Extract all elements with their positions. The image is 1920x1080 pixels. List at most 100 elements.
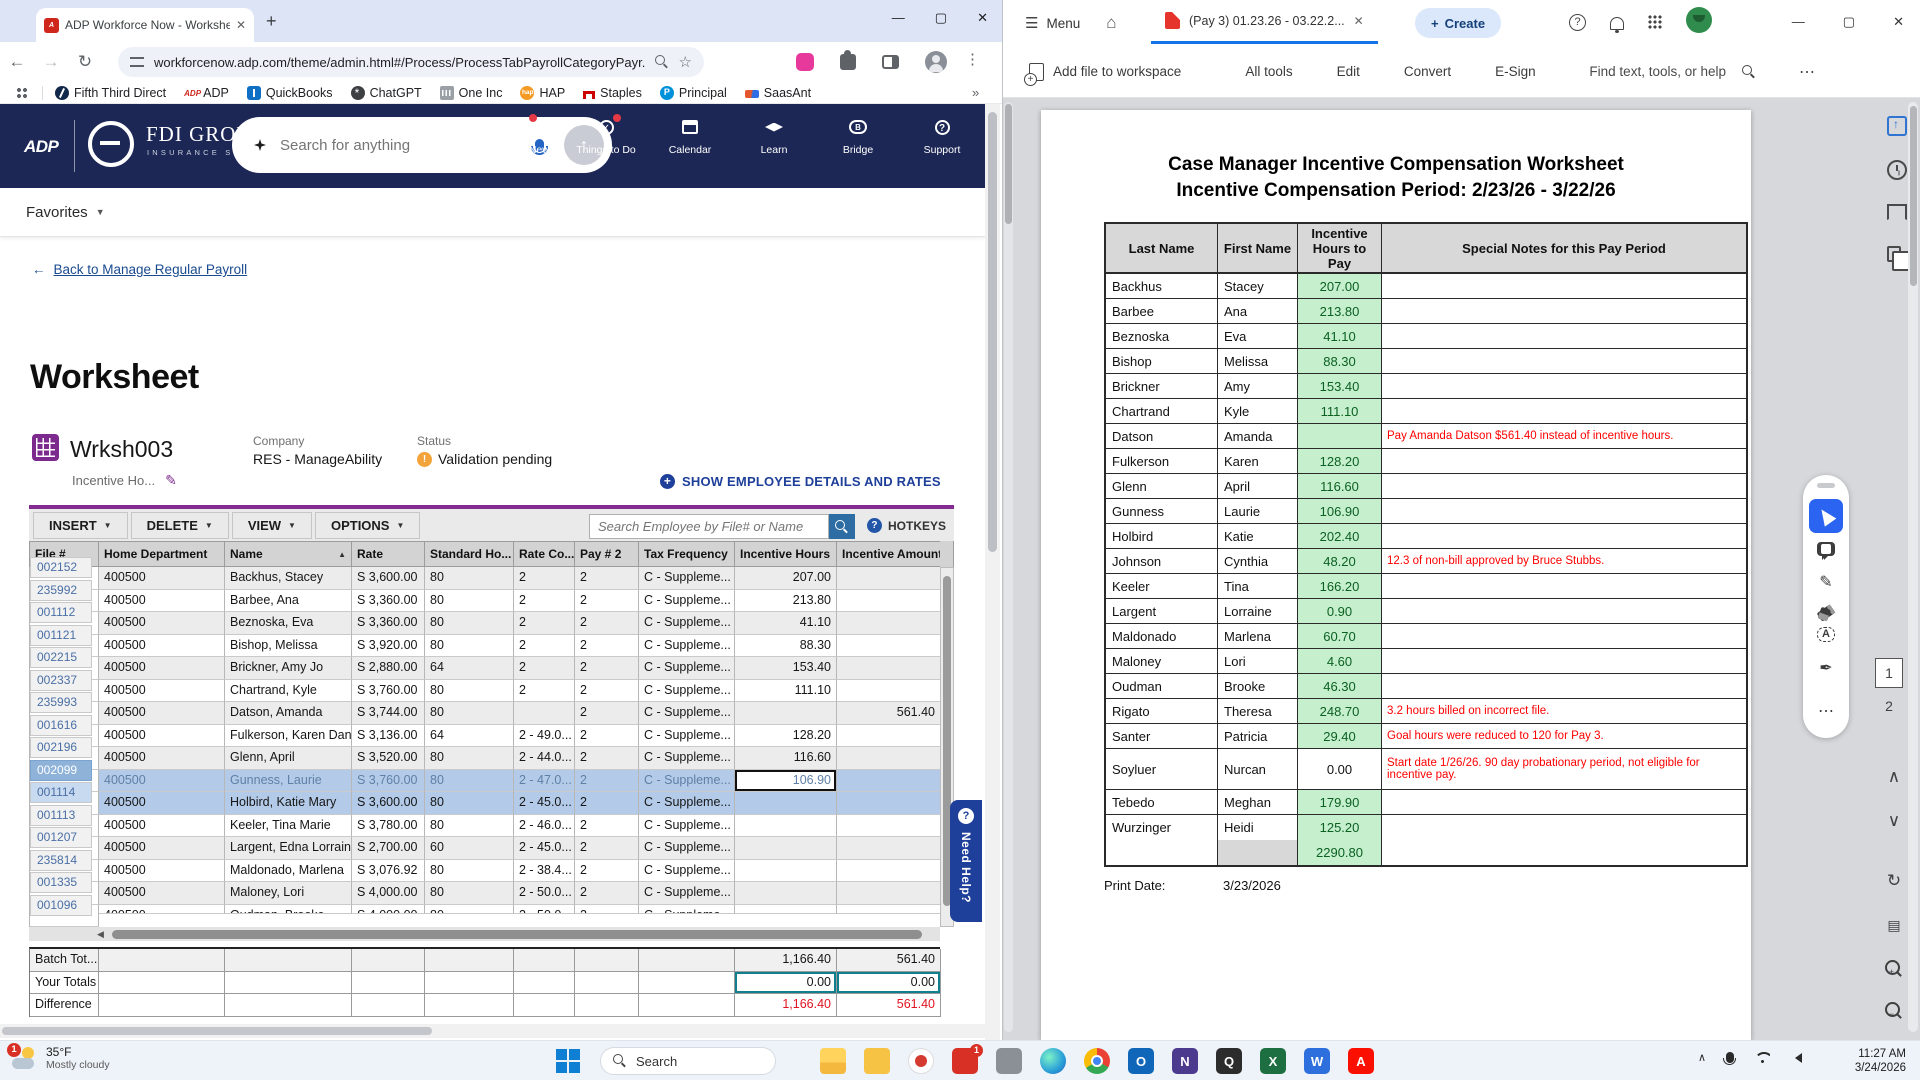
cell-rate-code[interactable] — [514, 702, 575, 725]
cell-standard-hours[interactable]: 80 — [425, 612, 514, 635]
adp-nav-item[interactable]: Calendar — [661, 116, 719, 156]
cell-incentive-hours[interactable] — [735, 859, 837, 882]
bookmark-item[interactable]: Fifth Third Direct — [55, 85, 166, 100]
zoom-icon[interactable] — [654, 55, 669, 69]
cell-home-department[interactable]: 400500 — [99, 567, 225, 590]
cell-incentive-amount[interactable] — [837, 882, 941, 905]
notifications-bell-icon[interactable] — [1610, 16, 1624, 33]
cell-standard-hours[interactable]: 80 — [425, 567, 514, 590]
document-scrollbar[interactable] — [1908, 102, 1918, 1032]
adobe-app-icon[interactable]: 1 — [952, 1044, 983, 1074]
bookmarks-overflow-icon[interactable]: » — [972, 85, 979, 100]
cell-incentive-hours[interactable]: 88.30 — [735, 634, 837, 657]
recent-history-icon[interactable] — [1887, 160, 1907, 180]
cell-rate-code[interactable]: 2 - 49.0... — [514, 724, 575, 747]
cell-rate[interactable]: S 3,744.00 — [352, 702, 425, 725]
employee-search-button[interactable] — [829, 514, 855, 539]
forward-icon[interactable]: → — [34, 52, 68, 72]
cell-standard-hours[interactable]: 80 — [425, 904, 514, 914]
file-number-link[interactable]: 002337 — [30, 669, 92, 691]
document-tab-close-icon[interactable]: ✕ — [1354, 14, 1364, 28]
adp-search-input[interactable] — [278, 135, 523, 155]
cell-pay-2[interactable]: 2 — [575, 882, 639, 905]
table-row[interactable]: 001616 400500 Fulkerson, Karen Danz S 3,… — [30, 714, 954, 747]
cell-rate[interactable]: S 3,600.00 — [352, 567, 425, 590]
tab-close-icon[interactable]: ✕ — [236, 18, 246, 32]
cell-home-department[interactable]: 400500 — [99, 724, 225, 747]
table-row[interactable]: 001207 400500 Largent, Edna Lorraine S 2… — [30, 827, 954, 860]
cell-home-department[interactable]: 400500 — [99, 814, 225, 837]
reload-icon[interactable]: ↻ — [68, 52, 102, 72]
cell-incentive-hours[interactable] — [735, 702, 837, 725]
cell-standard-hours[interactable]: 60 — [425, 837, 514, 860]
mic-tray-icon[interactable] — [1723, 1052, 1736, 1065]
table-row[interactable]: 002215 400500 Brickner, Amy Jo S 2,880.0… — [30, 647, 954, 680]
cell-name[interactable]: Barbee, Ana — [225, 589, 352, 612]
cell-pay-2[interactable]: 2 — [575, 589, 639, 612]
create-button[interactable]: + Create — [1415, 8, 1502, 38]
more-tools-icon[interactable]: ⋯ — [1809, 694, 1843, 728]
file-number-link[interactable]: 001335 — [30, 872, 92, 893]
cell-tax-frequency[interactable]: C - Suppleme... — [639, 567, 735, 590]
table-row[interactable]: 001335 400500 Maloney, Lori S 4,000.00 8… — [30, 872, 954, 905]
file-number-link[interactable]: 002152 — [30, 557, 92, 578]
add-file-button[interactable]: Add file to workspace — [1024, 62, 1181, 86]
cell-rate[interactable]: S 3,076.92 — [352, 859, 425, 882]
cell-incentive-amount[interactable] — [837, 679, 941, 702]
cell-rate[interactable]: S 3,360.00 — [352, 589, 425, 612]
file-explorer-icon[interactable] — [820, 1048, 846, 1074]
table-row[interactable]: 002099 400500 Gunness, Laurie S 3,760.00… — [30, 759, 954, 792]
start-button[interactable] — [556, 1049, 580, 1073]
acrobat-menu-item[interactable]: Edit — [1337, 64, 1360, 79]
weather-widget[interactable]: 1 35°F Mostly cloudy — [7, 1043, 110, 1071]
cell-incentive-amount[interactable]: 561.40 — [837, 702, 941, 725]
column-header[interactable]: Tax Frequency — [639, 542, 735, 566]
apps-grid-icon[interactable] — [1648, 15, 1662, 29]
cell-standard-hours[interactable]: 80 — [425, 882, 514, 905]
cell-incentive-amount[interactable] — [837, 612, 941, 635]
cell-home-department[interactable]: 400500 — [99, 904, 225, 914]
eraser-tool-icon[interactable] — [1816, 604, 1836, 622]
column-header[interactable]: Rate Co... — [514, 542, 575, 566]
cell-tax-frequency[interactable]: C - Suppleme... — [639, 747, 735, 770]
cell-incentive-hours[interactable] — [735, 792, 837, 815]
table-row[interactable]: 002152 400500 Backhus, Stacey S 3,600.00… — [30, 557, 954, 590]
cell-incentive-amount[interactable] — [837, 769, 941, 792]
cell-rate[interactable]: S 3,136.00 — [352, 724, 425, 747]
cell-home-department[interactable]: 400500 — [99, 837, 225, 860]
excel-icon[interactable]: X — [1260, 1048, 1286, 1074]
cell-rate-code[interactable]: 2 — [514, 589, 575, 612]
word-icon[interactable]: W — [1304, 1048, 1330, 1074]
acrobat-menu-button[interactable]: ☰ Menu — [1025, 14, 1080, 32]
search-icon[interactable] — [1742, 64, 1756, 79]
cell-standard-hours[interactable]: 80 — [425, 747, 514, 770]
cell-name[interactable]: Chartrand, Kyle — [225, 679, 352, 702]
wifi-icon[interactable] — [1754, 1052, 1770, 1064]
cell-incentive-amount[interactable] — [837, 634, 941, 657]
grid-menu-button[interactable]: DELETE ▼ — [130, 511, 229, 539]
table-row[interactable]: 001096 400500 Oudman, Brooke S 4,000.00 … — [30, 894, 954, 927]
cell-rate[interactable]: S 3,760.00 — [352, 679, 425, 702]
acrobat-icon[interactable]: A — [1348, 1048, 1374, 1074]
edge-icon[interactable] — [1040, 1048, 1066, 1074]
page-vertical-scrollbar[interactable] — [985, 104, 1000, 1040]
sign-tool-icon[interactable]: ✒ — [1809, 651, 1843, 685]
cell-incentive-amount[interactable] — [837, 859, 941, 882]
acrobat-menu-item[interactable]: Convert — [1404, 64, 1451, 79]
cell-rate-code[interactable]: 2 — [514, 612, 575, 635]
cell-name[interactable]: Brickner, Amy Jo — [225, 657, 352, 680]
cell-tax-frequency[interactable]: C - Suppleme... — [639, 657, 735, 680]
cell-name[interactable]: Beznoska, Eva — [225, 612, 352, 635]
cell-rate[interactable]: S 3,780.00 — [352, 814, 425, 837]
table-row[interactable]: 002337 400500 Chartrand, Kyle S 3,760.00… — [30, 669, 954, 702]
cell-pay-2[interactable]: 2 — [575, 769, 639, 792]
edit-pencil-icon[interactable]: ✎ — [165, 472, 177, 489]
bookmark-item[interactable]: Staples — [583, 86, 642, 100]
cell-name[interactable]: Bishop, Melissa — [225, 634, 352, 657]
extension-icon[interactable] — [796, 53, 814, 71]
cell-incentive-amount[interactable] — [837, 567, 941, 590]
column-header[interactable]: Name ▲ — [225, 542, 352, 566]
cell-rate[interactable]: S 3,760.00 — [352, 769, 425, 792]
bookmarks-panel-icon[interactable] — [1887, 204, 1907, 220]
cell-home-department[interactable]: 400500 — [99, 792, 225, 815]
